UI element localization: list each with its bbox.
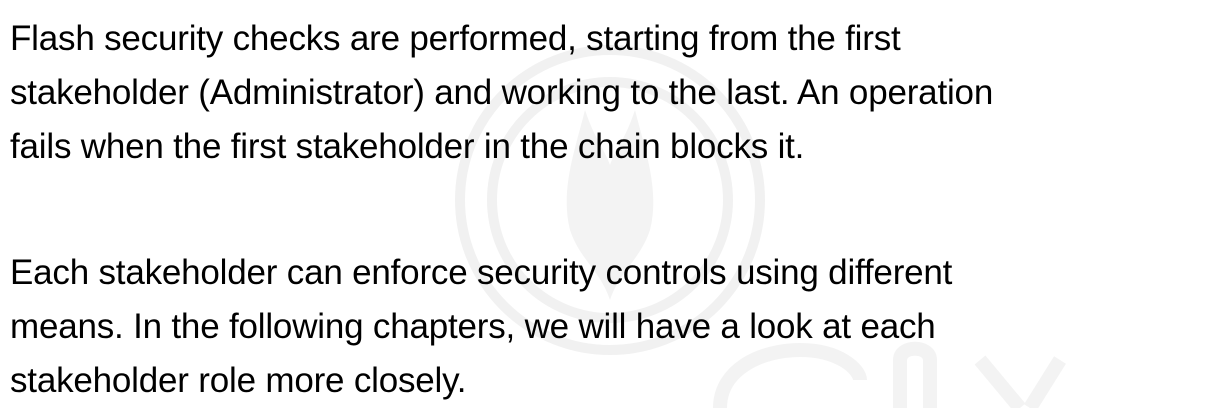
paragraph-line: means. In the following chapters, we wil…	[10, 307, 936, 346]
paragraph-flash-security-checks: Flash security checks are performed, sta…	[10, 12, 1200, 174]
paragraph-stakeholder-controls: Each stakeholder can enforce security co…	[10, 246, 1200, 408]
paragraph-line: stakeholder role more closely.	[10, 361, 467, 400]
slide-page: Flash security checks are performed, sta…	[0, 0, 1207, 408]
paragraph-line: Flash security checks are performed, sta…	[10, 19, 901, 58]
paragraph-line: stakeholder (Administrator) and working …	[10, 73, 994, 112]
paragraph-line: fails when the first stakeholder in the …	[10, 127, 805, 166]
paragraph-line: Each stakeholder can enforce security co…	[10, 253, 953, 292]
